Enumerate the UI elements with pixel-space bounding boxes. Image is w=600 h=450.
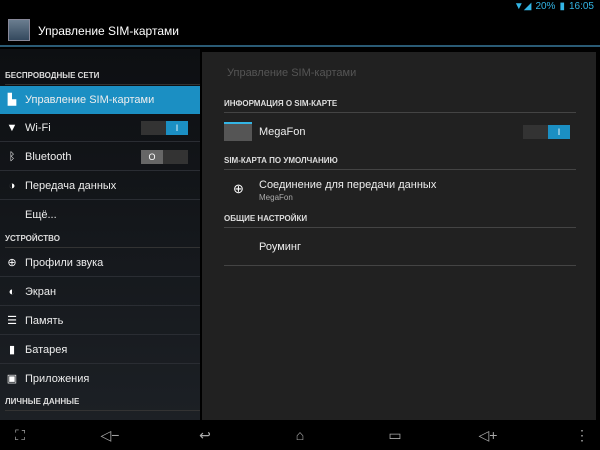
- screenshot-icon[interactable]: ⛶: [8, 427, 32, 444]
- battery-percent: 20%: [535, 1, 556, 12]
- sound-icon: ⊕: [7, 257, 17, 269]
- data-usage-icon: ◑: [8, 180, 16, 192]
- sidebar-item-data-usage[interactable]: ◑ Передача данных: [0, 172, 200, 200]
- section-header-default-sim: SIM-КАРТА ПО УМОЛЧАНИЮ: [224, 156, 576, 170]
- sim-icon: ▙: [7, 94, 17, 106]
- sidebar-item-battery[interactable]: ▮ Батарея: [0, 336, 200, 364]
- overflow-menu-icon[interactable]: ⋮: [570, 427, 594, 444]
- sim-toggle[interactable]: I: [523, 125, 570, 139]
- sim-management-panel: Управление SIM-картами ИНФОРМАЦИЯ О SIM-…: [202, 52, 596, 420]
- display-icon: ◐: [8, 286, 16, 298]
- roaming-row[interactable]: Роуминг: [224, 234, 576, 266]
- panel-title: Управление SIM-картами: [227, 67, 357, 79]
- bluetooth-icon: ᛒ: [8, 151, 16, 163]
- action-bar: Управление SIM-картами: [0, 14, 600, 47]
- back-icon[interactable]: ↩: [193, 427, 217, 444]
- apps-icon: ▣: [6, 373, 18, 385]
- sidebar-item-sound-profiles[interactable]: ⊕ Профили звука: [0, 249, 200, 277]
- sim-row-megafon[interactable]: MegaFon I: [224, 122, 576, 144]
- clock: 16:05: [568, 1, 594, 12]
- storage-icon: ☰: [7, 315, 17, 327]
- sim-settings-app-icon[interactable]: [8, 19, 30, 41]
- battery-icon: ▮: [559, 1, 565, 12]
- data-connection-row[interactable]: ⊕ Соединение для передачи данных MegaFon: [224, 178, 576, 208]
- wifi-toggle[interactable]: I: [141, 121, 188, 135]
- recent-apps-icon[interactable]: ▭: [383, 427, 407, 444]
- bluetooth-toggle[interactable]: O: [141, 150, 188, 164]
- volume-up-icon[interactable]: ◁+: [476, 427, 500, 444]
- sidebar-item-bluetooth[interactable]: ᛒ Bluetooth O: [0, 143, 200, 171]
- sidebar-item-storage[interactable]: ☰ Память: [0, 307, 200, 335]
- section-header-general: ОБЩИЕ НАСТРОЙКИ: [224, 214, 576, 228]
- sim-card-icon: [224, 122, 252, 141]
- home-icon[interactable]: ⌂: [288, 427, 312, 443]
- section-header-personal: ЛИЧНЫЕ ДАННЫЕ: [5, 397, 200, 411]
- sidebar-item-sim-management[interactable]: ▙ Управление SIM-картами: [0, 86, 200, 114]
- volume-down-icon[interactable]: ◁−: [98, 427, 122, 444]
- sidebar-item-wifi[interactable]: ▼ Wi-Fi I: [0, 114, 200, 142]
- section-header-wireless: БЕСПРОВОДНЫЕ СЕТИ: [5, 71, 200, 85]
- section-header-sim-info: ИНФОРМАЦИЯ О SIM-КАРТЕ: [224, 99, 576, 113]
- app-title: Управление SIM-картами: [38, 24, 179, 38]
- sidebar-item-more[interactable]: Ещё...: [0, 201, 200, 229]
- wifi-signal-icon: ▼◢: [513, 1, 532, 12]
- settings-sidebar: БЕСПРОВОДНЫЕ СЕТИ ▙ Управление SIM-картам…: [0, 49, 200, 420]
- battery-icon: ▮: [8, 344, 16, 356]
- sidebar-item-apps[interactable]: ▣ Приложения: [0, 365, 200, 393]
- section-header-device: УСТРОЙСТВО: [5, 234, 200, 248]
- navigation-bar: ⛶ ◁− ↩ ⌂ ▭ ◁+ ⋮: [0, 420, 600, 450]
- status-bar: ▼◢ 20% ▮ 16:05: [0, 0, 600, 14]
- wifi-icon: ▼: [6, 122, 18, 134]
- globe-icon: ⊕: [233, 181, 244, 196]
- sidebar-item-display[interactable]: ◐ Экран: [0, 278, 200, 306]
